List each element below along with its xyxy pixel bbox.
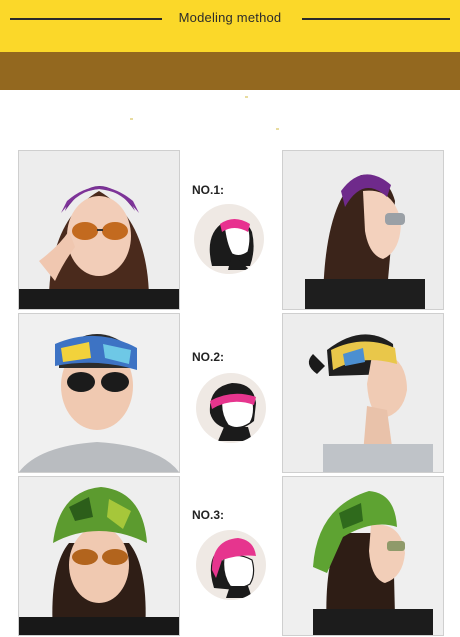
photo-method-3-side: [282, 476, 444, 636]
photo-method-1-front: [18, 150, 180, 310]
photo-method-2-side: [282, 313, 444, 473]
photo-method-1-side: [282, 150, 444, 310]
head-wrap-icon-3: [196, 530, 266, 600]
decorative-speck: [245, 96, 248, 98]
method-label: NO.1:: [192, 183, 225, 197]
decorative-speck: [130, 118, 133, 120]
method-label: NO.2:: [192, 350, 225, 364]
head-wrap-icon-2: [196, 373, 266, 443]
header-banner: Modeling method: [0, 0, 460, 52]
photo-method-2-front: [18, 313, 180, 473]
photo-method-3-front: [18, 476, 180, 636]
decorative-speck: [276, 128, 279, 130]
brown-divider-bar: [0, 52, 460, 90]
header-rule-right: [302, 18, 450, 20]
method-label: NO.3:: [192, 508, 225, 522]
head-wrap-icon-1: [194, 204, 264, 274]
